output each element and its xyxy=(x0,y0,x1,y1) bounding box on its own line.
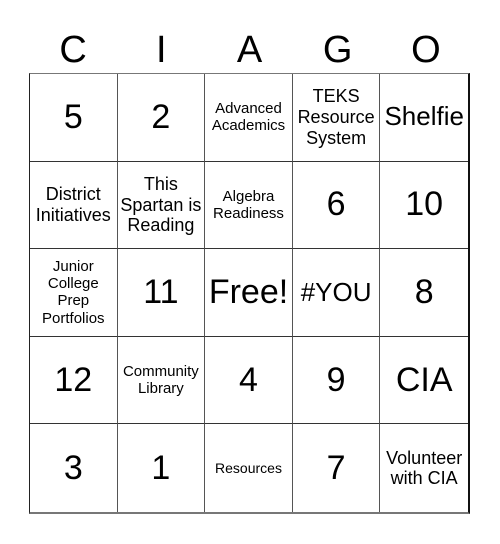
bingo-cell[interactable]: Resources xyxy=(205,424,293,512)
bingo-cell[interactable]: TEKS Resource System xyxy=(292,74,381,162)
bingo-cell[interactable]: This Spartan is Reading xyxy=(117,161,206,250)
bingo-cell[interactable]: CIA xyxy=(380,337,468,425)
bingo-board: 5 2 Advanced Academics TEKS Resource Sys… xyxy=(29,73,470,514)
bingo-cell[interactable]: Algebra Readiness xyxy=(205,161,293,250)
bingo-header: C I A G O xyxy=(29,28,470,73)
header-letter-a: A xyxy=(236,29,263,71)
bingo-cell[interactable]: 8 xyxy=(380,249,468,337)
bingo-cell[interactable]: 1 xyxy=(118,424,206,512)
bingo-cell[interactable]: 2 xyxy=(117,74,206,162)
bingo-cell[interactable]: 9 xyxy=(292,336,381,425)
bingo-cell[interactable]: 12 xyxy=(30,336,118,425)
header-letter-o: O xyxy=(411,29,441,71)
bingo-cell[interactable]: 3 xyxy=(30,424,118,512)
bingo-cell[interactable]: District Initiatives xyxy=(30,161,118,250)
header-letter-c: C xyxy=(59,29,87,71)
bingo-cell[interactable]: Advanced Academics xyxy=(205,74,293,162)
free-space-cell[interactable]: Free! xyxy=(205,249,293,337)
header-letter-g: G xyxy=(322,29,353,71)
bingo-cell[interactable]: 4 xyxy=(205,336,293,425)
bingo-cell[interactable]: 11 xyxy=(117,249,206,337)
bingo-cell[interactable]: 5 xyxy=(30,74,118,162)
bingo-cell[interactable]: #YOU xyxy=(292,249,381,337)
bingo-cell[interactable]: Shelfie xyxy=(380,74,468,162)
bingo-cell[interactable]: Volunteer with CIA xyxy=(380,424,468,512)
bingo-cell[interactable]: 10 xyxy=(380,162,468,250)
bingo-cell[interactable]: 7 xyxy=(293,424,381,512)
bingo-cell[interactable]: Junior College Prep Portfolios xyxy=(30,249,118,337)
bingo-cell[interactable]: 6 xyxy=(292,161,381,250)
bingo-cell[interactable]: Community Library xyxy=(117,336,206,425)
header-letter-i: I xyxy=(156,29,167,71)
